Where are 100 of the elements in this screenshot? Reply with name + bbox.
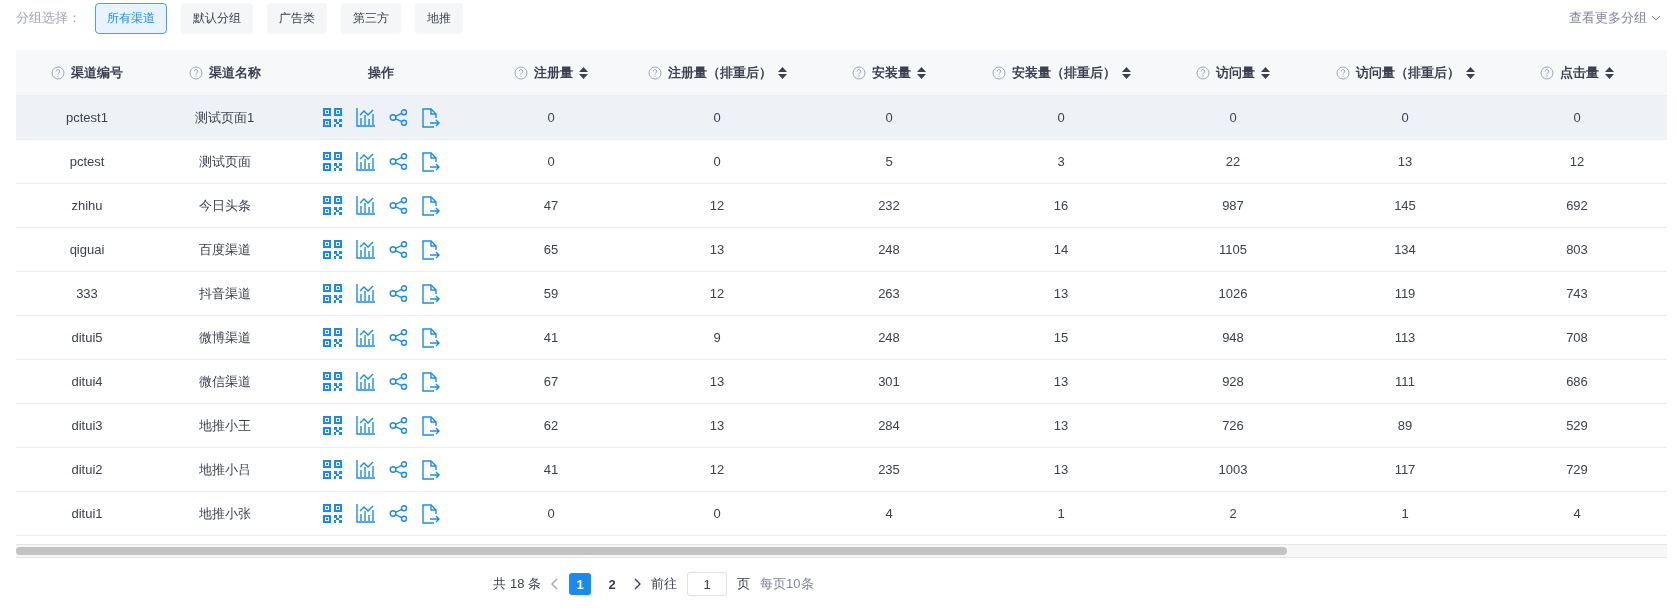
file-export-icon[interactable] bbox=[421, 239, 440, 260]
share-icon[interactable] bbox=[388, 285, 408, 302]
share-icon[interactable] bbox=[388, 373, 408, 390]
table-cell: 743 bbox=[1566, 286, 1588, 301]
table-cell: 今日头条 bbox=[198, 196, 251, 215]
help-icon bbox=[1335, 65, 1350, 80]
qr-code-icon[interactable] bbox=[322, 196, 342, 215]
more-groups-link[interactable]: 查看更多分组 bbox=[1569, 9, 1661, 27]
group-tab[interactable]: 广告类 bbox=[267, 2, 327, 34]
table-cell: 235 bbox=[878, 462, 900, 477]
column-header: 访问量（排重后） bbox=[1355, 63, 1460, 82]
horizontal-scrollbar[interactable] bbox=[16, 544, 1667, 558]
bar-chart-icon[interactable] bbox=[355, 416, 375, 435]
share-icon[interactable] bbox=[388, 329, 408, 346]
file-export-icon[interactable] bbox=[421, 327, 440, 348]
bar-chart-icon[interactable] bbox=[355, 460, 375, 479]
page-input[interactable]: 1 bbox=[687, 572, 728, 596]
column-header: 注册量 bbox=[534, 63, 573, 82]
table-cell: pctest1 bbox=[66, 110, 108, 125]
table-cell: 928 bbox=[1222, 374, 1244, 389]
table-cell: 微信渠道 bbox=[198, 372, 251, 391]
bar-chart-icon[interactable] bbox=[355, 372, 375, 391]
table-cell: 67 bbox=[543, 374, 559, 389]
table-cell: 0 bbox=[713, 154, 721, 169]
table-cell: 4 bbox=[1573, 506, 1581, 521]
table-cell: 13 bbox=[709, 374, 725, 389]
sort-icon[interactable] bbox=[1261, 66, 1270, 79]
share-icon[interactable] bbox=[388, 197, 408, 214]
page-size-select[interactable]: 每页10条 bbox=[760, 575, 814, 593]
table-cell: 1003 bbox=[1218, 462, 1248, 477]
bar-chart-icon[interactable] bbox=[355, 196, 375, 215]
sort-icon[interactable] bbox=[1121, 66, 1131, 79]
group-tab[interactable]: 第三方 bbox=[341, 2, 401, 34]
table-cell: 测试页面 bbox=[198, 152, 251, 171]
share-icon[interactable] bbox=[388, 241, 408, 258]
sort-icon[interactable] bbox=[917, 66, 926, 79]
sort-icon[interactable] bbox=[1465, 66, 1475, 79]
qr-code-icon[interactable] bbox=[322, 504, 342, 523]
qr-code-icon[interactable] bbox=[322, 108, 342, 127]
file-export-icon[interactable] bbox=[421, 415, 440, 436]
sort-icon[interactable] bbox=[1605, 66, 1614, 79]
group-tab[interactable]: 地推 bbox=[415, 2, 463, 34]
page-button[interactable]: 1 bbox=[569, 573, 592, 595]
table-cell: 145 bbox=[1394, 198, 1416, 213]
table-cell: 13 bbox=[1053, 462, 1069, 477]
table-cell: 0 bbox=[1401, 110, 1409, 125]
table-cell: 686 bbox=[1566, 374, 1588, 389]
file-export-icon[interactable] bbox=[421, 107, 440, 128]
table-cell: 12 bbox=[709, 462, 725, 477]
bar-chart-icon[interactable] bbox=[355, 108, 375, 127]
table-cell: 248 bbox=[878, 242, 900, 257]
table-cell: 232 bbox=[878, 198, 900, 213]
table-cell: 0 bbox=[1229, 110, 1237, 125]
qr-code-icon[interactable] bbox=[322, 460, 342, 479]
table-cell: ditui5 bbox=[71, 330, 103, 345]
table-cell: 3 bbox=[1057, 154, 1065, 169]
table-cell: 13 bbox=[709, 242, 725, 257]
sort-icon[interactable] bbox=[579, 66, 588, 79]
file-export-icon[interactable] bbox=[421, 371, 440, 392]
column-header: 访问量 bbox=[1216, 63, 1255, 82]
help-icon bbox=[188, 65, 203, 80]
bar-chart-icon[interactable] bbox=[355, 152, 375, 171]
qr-code-icon[interactable] bbox=[322, 328, 342, 347]
table-cell: 0 bbox=[1057, 110, 1065, 125]
group-tab[interactable]: 默认分组 bbox=[181, 2, 253, 34]
table-cell: 119 bbox=[1394, 286, 1416, 301]
goto-label: 前往 bbox=[651, 575, 678, 593]
bar-chart-icon[interactable] bbox=[355, 284, 375, 303]
table-cell: 12 bbox=[1569, 154, 1585, 169]
table-cell: 地推小吕 bbox=[198, 460, 251, 479]
file-export-icon[interactable] bbox=[421, 283, 440, 304]
table-cell: 12 bbox=[709, 286, 725, 301]
table-cell: 5 bbox=[885, 154, 893, 169]
file-export-icon[interactable] bbox=[421, 195, 440, 216]
qr-code-icon[interactable] bbox=[322, 416, 342, 435]
table-cell: zhihu bbox=[71, 198, 103, 213]
file-export-icon[interactable] bbox=[421, 503, 440, 524]
next-page-icon[interactable] bbox=[633, 578, 642, 590]
bar-chart-icon[interactable] bbox=[355, 328, 375, 347]
qr-code-icon[interactable] bbox=[322, 372, 342, 391]
help-icon bbox=[991, 65, 1006, 80]
share-icon[interactable] bbox=[388, 153, 408, 170]
qr-code-icon[interactable] bbox=[322, 240, 342, 259]
file-export-icon[interactable] bbox=[421, 151, 440, 172]
bar-chart-icon[interactable] bbox=[355, 504, 375, 523]
column-header: 安装量（排重后） bbox=[1011, 63, 1116, 82]
filter-label: 分组选择： bbox=[16, 9, 81, 27]
bar-chart-icon[interactable] bbox=[355, 240, 375, 259]
share-icon[interactable] bbox=[388, 417, 408, 434]
share-icon[interactable] bbox=[388, 505, 408, 522]
previous-page-icon[interactable] bbox=[551, 578, 560, 590]
file-export-icon[interactable] bbox=[421, 459, 440, 480]
page-button[interactable]: 2 bbox=[601, 573, 624, 595]
share-icon[interactable] bbox=[388, 461, 408, 478]
share-icon[interactable] bbox=[388, 109, 408, 126]
sort-icon[interactable] bbox=[777, 66, 787, 79]
qr-code-icon[interactable] bbox=[322, 152, 342, 171]
table-cell: 地推小张 bbox=[198, 504, 251, 523]
table-cell: 47 bbox=[543, 198, 559, 213]
qr-code-icon[interactable] bbox=[322, 284, 342, 303]
